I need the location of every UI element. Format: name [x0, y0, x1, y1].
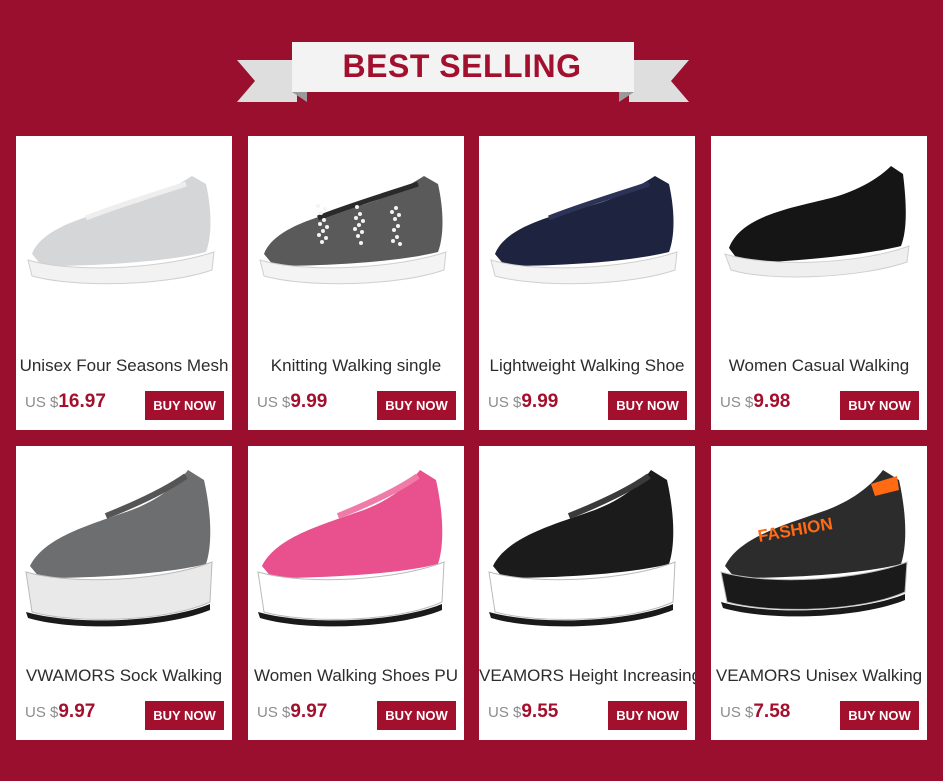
product-title[interactable]: Lightweight Walking Shoe	[479, 356, 695, 376]
price-value: 9.99	[521, 391, 559, 412]
product-title[interactable]: Women Walking Shoes PU	[248, 666, 464, 686]
product-title[interactable]: Unisex Four Seasons Mesh	[16, 356, 232, 376]
product-price: US $9.99	[257, 391, 327, 413]
product-price: US $9.99	[488, 391, 558, 413]
banner-title: BEST SELLING	[342, 47, 582, 84]
product-image[interactable]	[248, 136, 464, 346]
currency-label: US $	[488, 394, 522, 411]
product-image[interactable]	[248, 446, 464, 656]
currency-label: US $	[25, 394, 59, 411]
product-title[interactable]: Women Casual Walking	[711, 356, 927, 376]
product-title[interactable]: VEAMORS Unisex Walking	[711, 666, 927, 686]
product-image[interactable]	[711, 136, 927, 346]
price-value: 9.98	[753, 391, 791, 412]
price-value: 9.97	[290, 701, 328, 722]
currency-label: US $	[257, 704, 291, 721]
currency-label: US $	[720, 394, 754, 411]
product-price: US $9.97	[25, 701, 95, 723]
product-image-wrap[interactable]	[248, 136, 464, 346]
product-price: US $7.58	[720, 701, 790, 723]
product-card[interactable]: VEAMORS Height Increasing US $9.55 BUY N…	[479, 446, 695, 740]
buy-now-button[interactable]: BUY NOW	[608, 701, 687, 730]
buy-now-button[interactable]: BUY NOW	[840, 701, 919, 730]
product-image[interactable]	[479, 136, 695, 346]
product-image[interactable]	[16, 136, 232, 346]
product-image-wrap[interactable]	[16, 136, 232, 346]
product-card[interactable]: Unisex Four Seasons Mesh US $16.97 BUY N…	[16, 136, 232, 430]
buy-now-button[interactable]: BUY NOW	[377, 391, 456, 420]
product-price: US $16.97	[25, 391, 106, 413]
product-image-wrap[interactable]: FASHION	[711, 446, 927, 656]
product-card[interactable]: Women Casual Walking US $9.98 BUY NOW	[711, 136, 927, 430]
price-value: 9.99	[290, 391, 328, 412]
product-title[interactable]: Knitting Walking single	[248, 356, 464, 376]
currency-label: US $	[720, 704, 754, 721]
product-card[interactable]: Lightweight Walking Shoe US $9.99 BUY NO…	[479, 136, 695, 430]
price-value: 9.55	[521, 701, 559, 722]
price-value: 16.97	[58, 391, 106, 412]
buy-now-button[interactable]: BUY NOW	[840, 391, 919, 420]
currency-label: US $	[488, 704, 522, 721]
product-card[interactable]: FASHION VEAMORS Unisex Walking US $7.58 …	[711, 446, 927, 740]
product-image-wrap[interactable]	[479, 136, 695, 346]
product-card[interactable]: Women Walking Shoes PU US $9.97 BUY NOW	[248, 446, 464, 740]
buy-now-button[interactable]: BUY NOW	[145, 391, 224, 420]
product-image-wrap[interactable]	[479, 446, 695, 656]
best-selling-banner: BEST SELLING	[237, 40, 689, 112]
product-image[interactable]: FASHION	[711, 446, 927, 656]
buy-now-button[interactable]: BUY NOW	[377, 701, 456, 730]
product-title[interactable]: VEAMORS Height Increasing	[479, 666, 695, 686]
product-card[interactable]: VWAMORS Sock Walking US $9.97 BUY NOW	[16, 446, 232, 740]
product-price: US $9.55	[488, 701, 558, 723]
price-value: 7.58	[753, 701, 791, 722]
price-value: 9.97	[58, 701, 96, 722]
product-image-wrap[interactable]	[16, 446, 232, 656]
product-price: US $9.98	[720, 391, 790, 413]
product-image[interactable]	[16, 446, 232, 656]
product-card[interactable]: Knitting Walking single US $9.99 BUY NOW	[248, 136, 464, 430]
buy-now-button[interactable]: BUY NOW	[145, 701, 224, 730]
product-image[interactable]	[479, 446, 695, 656]
product-price: US $9.97	[257, 701, 327, 723]
product-image-wrap[interactable]	[711, 136, 927, 346]
product-title[interactable]: VWAMORS Sock Walking	[16, 666, 232, 686]
currency-label: US $	[257, 394, 291, 411]
buy-now-button[interactable]: BUY NOW	[608, 391, 687, 420]
product-image-wrap[interactable]	[248, 446, 464, 656]
currency-label: US $	[25, 704, 59, 721]
